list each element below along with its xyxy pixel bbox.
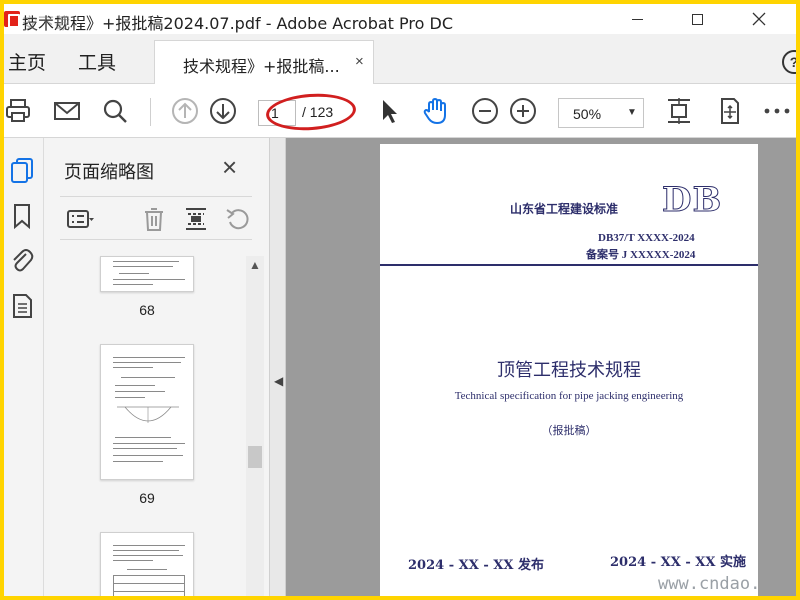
document-viewport[interactable]: 山东省工程建设标准 DB DB37/T XXXX-2024 备案号 J XXXX… xyxy=(286,138,796,596)
standard-code: DB37/T XXXX-2024 xyxy=(598,232,695,244)
close-panel-icon[interactable]: × xyxy=(222,152,237,183)
acrobat-app-icon xyxy=(4,11,20,28)
pdf-page: 山东省工程建设标准 DB DB37/T XXXX-2024 备案号 J XXXX… xyxy=(380,144,758,596)
window-title: 技术规程》+报批稿2024.07.pdf - Adobe Acrobat Pro… xyxy=(22,14,454,33)
record-number: 备案号 J XXXXX-2024 xyxy=(586,249,696,261)
help-icon[interactable]: ? xyxy=(782,50,796,74)
page-thumbnails-icon[interactable] xyxy=(8,156,36,184)
zoom-select[interactable]: 50% ▼ xyxy=(558,98,644,128)
attachment-icon[interactable] xyxy=(8,246,36,274)
rotate-page-icon[interactable] xyxy=(224,205,252,233)
select-pointer-icon[interactable] xyxy=(374,96,404,126)
scrollbar-thumb[interactable] xyxy=(248,446,262,468)
nav-home[interactable]: 主页 xyxy=(8,48,46,75)
draft-label: （报批稿） xyxy=(541,424,597,437)
close-tab-icon[interactable]: × xyxy=(355,53,364,70)
options-menu-icon[interactable] xyxy=(66,205,94,233)
thumbnail-page-label: 68 xyxy=(139,302,155,318)
thumbnails-panel: 页面缩略图 × 68 69 ▲ xyxy=(44,138,270,596)
thumbnails-title: 页面缩略图 xyxy=(64,162,154,183)
page-thumbnail[interactable] xyxy=(100,532,194,596)
toolbar-separator xyxy=(150,98,151,126)
zoom-in-icon[interactable] xyxy=(508,96,538,126)
delete-page-icon[interactable] xyxy=(140,205,168,233)
collapse-left-icon[interactable]: ◀ xyxy=(274,374,283,388)
watermark-top: 安下载 xyxy=(22,14,71,33)
document-title: 顶管工程技术规程 xyxy=(497,360,641,381)
implement-date: 2024 - XX - XX 实施 xyxy=(610,555,746,570)
title-bar: 技术规程》+报批稿2024.07.pdf - Adobe Acrobat Pro… xyxy=(4,4,796,34)
scroll-mode-icon[interactable] xyxy=(714,96,744,126)
menu-tab-bar: 主页 工具 技术规程》+报批稿... × ? xyxy=(4,34,796,85)
red-highlight-annotation xyxy=(264,90,358,134)
hand-tool-icon[interactable] xyxy=(420,96,450,126)
print-icon[interactable] xyxy=(4,96,34,126)
insert-page-icon[interactable] xyxy=(182,205,210,233)
chevron-down-icon: ▼ xyxy=(627,107,637,118)
standard-org: 山东省工程建设标准 xyxy=(510,202,619,216)
document-subtitle: Technical specification for pipe jacking… xyxy=(454,390,684,402)
toolbar: 1 / 123 50% ▼ xyxy=(4,84,796,138)
nav-tools[interactable]: 工具 xyxy=(78,48,116,75)
thumbnails-scrollbar[interactable]: ▲ xyxy=(246,256,264,596)
close-window-button[interactable] xyxy=(736,4,782,34)
acrobat-window: 技术规程》+报批稿2024.07.pdf - Adobe Acrobat Pro… xyxy=(4,4,796,596)
issue-date: 2024 - XX - XX 发布 xyxy=(408,558,544,573)
panel-collapse-bar[interactable]: ◀ xyxy=(270,138,286,596)
left-tool-rail xyxy=(4,138,44,596)
header-rule xyxy=(380,264,758,266)
minimize-button[interactable] xyxy=(614,4,660,34)
db-logo: DB xyxy=(661,180,723,221)
more-icon[interactable] xyxy=(762,96,792,126)
zoom-value: 50% xyxy=(573,106,602,122)
zoom-out-icon[interactable] xyxy=(470,96,500,126)
maximize-button[interactable] xyxy=(674,4,720,34)
document-tab[interactable]: 技术规程》+报批稿... × xyxy=(154,40,374,85)
page-thumbnail[interactable] xyxy=(100,256,194,292)
next-page-icon[interactable] xyxy=(208,96,238,126)
document-icon[interactable] xyxy=(8,292,36,320)
thumbnail-page-label: 69 xyxy=(139,490,155,506)
watermark: www.cndao. xyxy=(658,574,761,594)
email-icon[interactable] xyxy=(52,96,82,126)
bookmark-icon[interactable] xyxy=(8,202,36,230)
prev-page-icon[interactable] xyxy=(170,96,200,126)
page-thumbnail[interactable] xyxy=(100,344,194,480)
thumbnails-toolbar xyxy=(60,196,252,240)
scroll-up-icon[interactable]: ▲ xyxy=(246,258,264,272)
search-icon[interactable] xyxy=(100,96,130,126)
document-tab-label: 技术规程》+报批稿... xyxy=(183,57,340,76)
fit-page-icon[interactable] xyxy=(664,96,694,126)
